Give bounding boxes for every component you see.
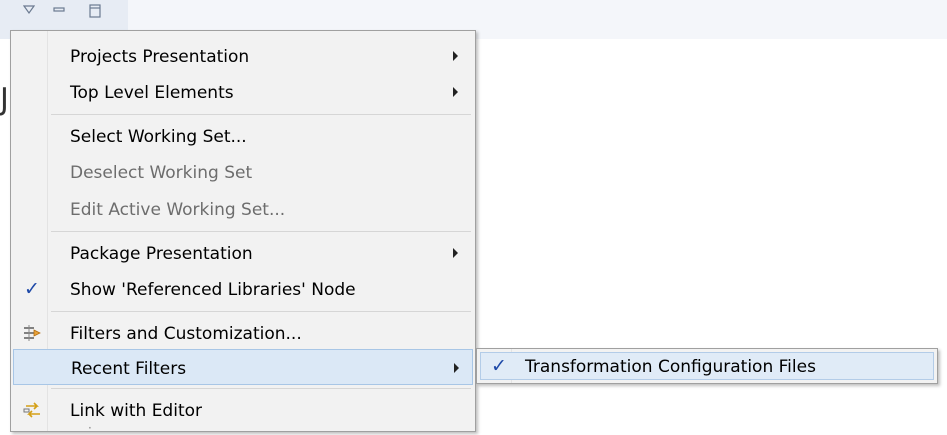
minimize-icon [53, 7, 65, 12]
menu-item-top-level-elements[interactable]: Top Level Elements [13, 74, 473, 110]
menu-item-link-with-editor[interactable]: Link with Editor [13, 392, 473, 428]
checkmark-icon: ✓ [24, 278, 40, 300]
menu-item-label: Edit Active Working Set... [70, 200, 286, 220]
view-menu-button[interactable] [22, 4, 36, 20]
menu-separator [51, 114, 471, 115]
submenu-arrow-icon [453, 51, 458, 61]
menu-item-deselect-working-set: Deselect Working Set [13, 154, 473, 190]
submenu-arrow-icon [453, 87, 458, 97]
submenu-item-transformation-configuration-files[interactable]: ✓ Transformation Configuration Files [480, 352, 934, 380]
filter-icon [22, 322, 44, 344]
minimize-button[interactable] [52, 4, 66, 20]
menu-item-show-referenced-libraries[interactable]: ✓ Show 'Referenced Libraries' Node [13, 271, 473, 307]
menu-item-label: Deselect Working Set [70, 163, 253, 183]
maximize-icon [89, 4, 101, 18]
menu-item-projects-presentation[interactable]: Projects Presentation [13, 38, 473, 74]
submenu-arrow-icon [453, 248, 458, 258]
menu-item-label: Link with Editor [70, 401, 202, 421]
menu-item-label: Recent Filters [71, 359, 187, 379]
link-editor-icon [22, 399, 44, 421]
menu-item-select-working-set[interactable]: Select Working Set... [13, 118, 473, 154]
menu-separator [51, 388, 471, 389]
triangle-down-icon [22, 5, 36, 15]
submenu-arrow-icon [454, 363, 459, 373]
menu-item-label: Select Working Set... [70, 127, 247, 147]
menu-item-package-presentation[interactable]: Package Presentation [13, 235, 473, 271]
view-menu-dropdown: Projects Presentation Top Level Elements… [10, 30, 476, 432]
checkmark-icon: ✓ [491, 355, 507, 377]
menu-item-label: Package Presentation [70, 244, 253, 264]
background-partial-glyph: · [88, 421, 92, 435]
menu-separator [51, 311, 471, 312]
menu-item-label: Projects Presentation [70, 47, 250, 67]
menu-item-recent-filters[interactable]: Recent Filters [13, 349, 473, 385]
menu-item-filters-and-customization[interactable]: Filters and Customization... [13, 315, 473, 351]
menu-separator [51, 231, 471, 232]
menu-item-label: Top Level Elements [70, 83, 234, 103]
menu-item-edit-active-working-set: Edit Active Working Set... [13, 191, 473, 227]
menu-item-label: Show 'Referenced Libraries' Node [70, 280, 356, 300]
submenu-item-label: Transformation Configuration Files [525, 357, 816, 377]
recent-filters-submenu: ✓ Transformation Configuration Files [476, 348, 938, 384]
background-partial-glyph: J [0, 82, 9, 117]
menu-item-label: Filters and Customization... [70, 324, 302, 344]
maximize-button[interactable] [88, 4, 102, 20]
